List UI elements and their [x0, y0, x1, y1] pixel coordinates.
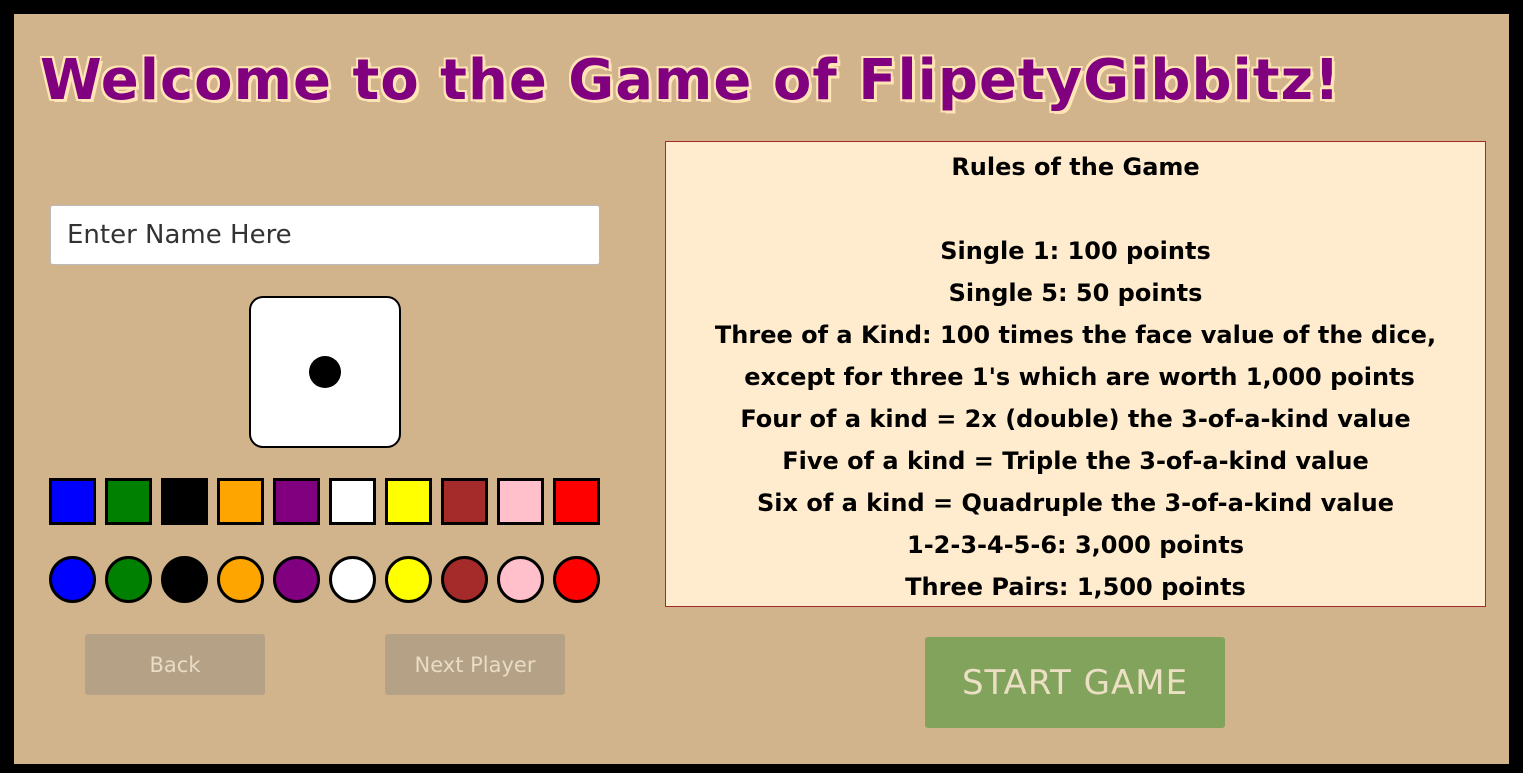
rule-line: except for three 1's which are worth 1,0… — [744, 363, 1415, 391]
rule-line: Three Pairs: 1,500 points — [905, 573, 1246, 601]
page-title: Welcome to the Game of FlipetyGibbitz! — [40, 48, 1341, 113]
color-swatch-square-orange[interactable] — [217, 478, 264, 525]
color-swatch-circle-yellow[interactable] — [385, 556, 432, 603]
color-swatch-circle-blue[interactable] — [49, 556, 96, 603]
rule-line: 1-2-3-4-5-6: 3,000 points — [907, 531, 1244, 559]
die-pip — [309, 356, 341, 388]
rules-panel: Rules of the Game Single 1: 100 points S… — [665, 141, 1486, 607]
color-swatch-square-yellow[interactable] — [385, 478, 432, 525]
color-swatch-square-pink[interactable] — [497, 478, 544, 525]
square-color-picker — [49, 478, 600, 525]
color-swatch-circle-brown[interactable] — [441, 556, 488, 603]
rule-line: Five of a kind = Triple the 3-of-a-kind … — [782, 447, 1369, 475]
color-swatch-circle-purple[interactable] — [273, 556, 320, 603]
color-swatch-circle-green[interactable] — [105, 556, 152, 603]
player-name-input[interactable] — [50, 205, 600, 265]
start-game-button[interactable]: START GAME — [925, 637, 1225, 728]
color-swatch-circle-pink[interactable] — [497, 556, 544, 603]
rule-line: Single 1: 100 points — [940, 237, 1211, 265]
next-player-button[interactable]: Next Player — [385, 634, 565, 695]
color-swatch-circle-orange[interactable] — [217, 556, 264, 603]
rule-line: Single 5: 50 points — [948, 279, 1203, 307]
back-button[interactable]: Back — [85, 634, 265, 695]
color-swatch-circle-red[interactable] — [553, 556, 600, 603]
color-swatch-square-red[interactable] — [553, 478, 600, 525]
color-swatch-square-brown[interactable] — [441, 478, 488, 525]
color-swatch-square-purple[interactable] — [273, 478, 320, 525]
color-swatch-square-blue[interactable] — [49, 478, 96, 525]
circle-color-picker — [49, 556, 600, 603]
rules-title: Rules of the Game — [951, 153, 1200, 181]
rule-line: Six of a kind = Quadruple the 3-of-a-kin… — [757, 489, 1394, 517]
color-swatch-square-black[interactable] — [161, 478, 208, 525]
game-setup-screen: Welcome to the Game of FlipetyGibbitz! B… — [14, 14, 1509, 764]
color-swatch-square-green[interactable] — [105, 478, 152, 525]
rule-line: Four of a kind = 2x (double) the 3-of-a-… — [740, 405, 1411, 433]
die-face-one[interactable] — [249, 296, 401, 448]
color-swatch-circle-white[interactable] — [329, 556, 376, 603]
rule-line: Three of a Kind: 100 times the face valu… — [714, 321, 1437, 349]
color-swatch-square-white[interactable] — [329, 478, 376, 525]
color-swatch-circle-black[interactable] — [161, 556, 208, 603]
